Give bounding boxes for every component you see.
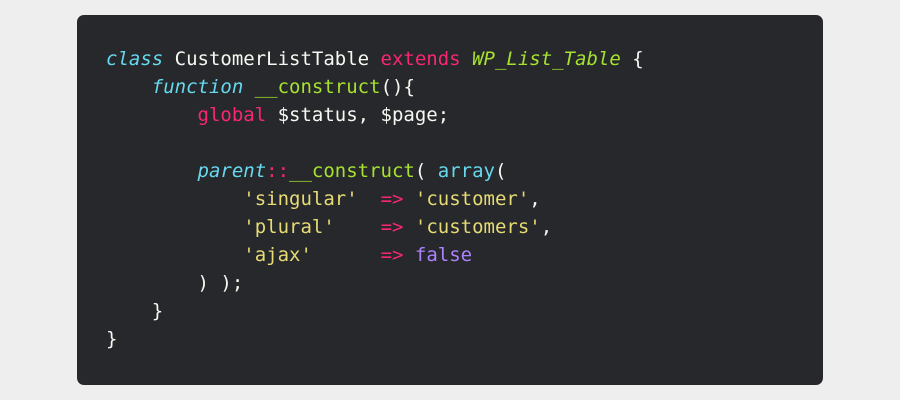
code-token: ) ); [106, 272, 244, 294]
code-token: extends [380, 48, 461, 70]
code-line: } [106, 297, 644, 325]
code-token: $status, $page; [266, 104, 450, 126]
code-token: __construct [289, 160, 415, 182]
code-line: function __construct(){ [106, 73, 644, 101]
code-line: 'singular' => 'customer', [106, 185, 644, 213]
code-token: parent [197, 160, 267, 182]
code-token: (){ [380, 76, 415, 98]
code-line: 'plural' => 'customers', [106, 213, 644, 241]
code-token: } [106, 300, 164, 322]
code-token: ( [494, 160, 507, 182]
code-token: 'ajax' [243, 244, 312, 266]
code-token: 'plural' [243, 216, 335, 238]
code-line: class CustomerListTable extends WP_List_… [106, 45, 644, 73]
code-token: , [529, 188, 541, 210]
code-token: function [151, 76, 244, 98]
code-token: => [380, 188, 404, 210]
code-token: __construct [254, 76, 381, 98]
code-line: 'ajax' => false [106, 241, 644, 269]
code-token: , [540, 216, 553, 238]
code-token: 'singular' [243, 188, 358, 210]
code-token: 'customers' [414, 216, 541, 238]
code-line: ) ); [106, 269, 644, 297]
code-token: array [437, 160, 495, 182]
code-token: :: [266, 160, 290, 182]
code-token: class [106, 48, 164, 70]
code-line: } [106, 325, 644, 353]
code-token: { [620, 48, 644, 70]
code-block: class CustomerListTable extends WP_List_… [106, 45, 644, 353]
code-token: => [380, 244, 404, 266]
code-line: parent::__construct( array( [106, 157, 644, 185]
code-snippet-window: class CustomerListTable extends WP_List_… [77, 15, 823, 385]
code-token: WP_List_Table [472, 48, 621, 70]
code-token: => [380, 216, 404, 238]
code-token: false [414, 244, 473, 266]
code-token: ( [414, 160, 438, 182]
code-line: global $status, $page; [106, 101, 644, 129]
code-token: 'customer' [414, 188, 530, 210]
code-token: CustomerListTable [163, 48, 381, 70]
code-token: } [106, 328, 118, 350]
code-token: global [197, 104, 267, 126]
